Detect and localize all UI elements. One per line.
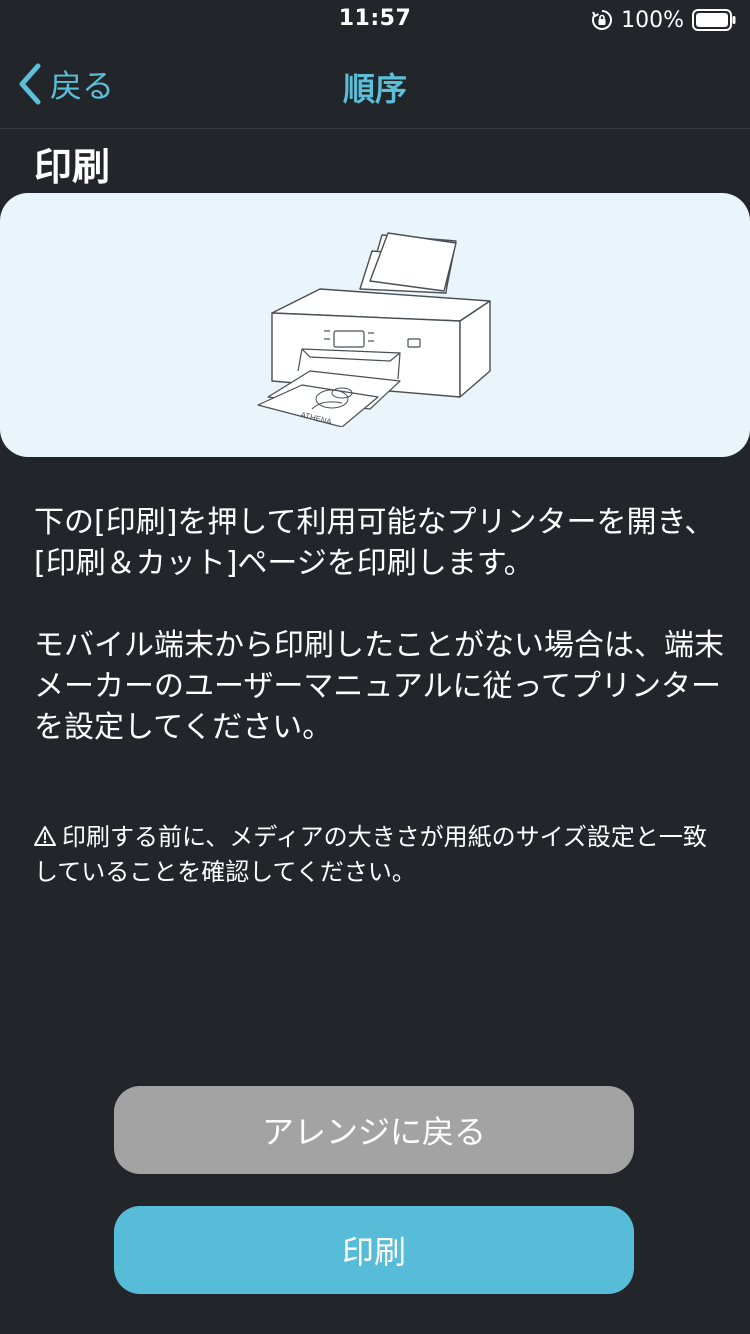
status-indicators: 100% xyxy=(591,7,736,33)
print-button-label: 印刷 xyxy=(341,1233,406,1271)
navigation-bar: 戻る 順序 xyxy=(0,40,750,129)
print-button[interactable]: 印刷 xyxy=(114,1206,634,1294)
instruction-paragraph-2: モバイル端末から印刷したことがない場合は、端末メーカーのユーザーマニュアルに従っ… xyxy=(34,628,724,745)
warning-note: 印刷する前に、メディアの大きさが用紙のサイズ設定と一致していることを確認してくだ… xyxy=(34,820,714,890)
printer-icon: ATHENA xyxy=(257,232,491,427)
back-to-arrange-label: アレンジに戻る xyxy=(261,1113,486,1151)
status-bar: 11:57 100% xyxy=(0,0,750,40)
warning-icon xyxy=(34,826,56,846)
illustration-card: ATHENA xyxy=(0,193,750,457)
nav-title: 順序 xyxy=(342,70,407,108)
instructions: 下の[印刷]を押して利用可能なプリンターを開き、[印刷＆カット]ページを印刷しま… xyxy=(34,502,724,748)
battery-icon xyxy=(692,9,736,31)
battery-percent: 100% xyxy=(621,7,684,33)
back-to-arrange-button[interactable]: アレンジに戻る xyxy=(114,1086,634,1174)
warning-text: 印刷する前に、メディアの大きさが用紙のサイズ設定と一致していることを確認してくだ… xyxy=(34,823,707,886)
instruction-paragraph-1: 下の[印刷]を押して利用可能なプリンターを開き、[印刷＆カット]ページを印刷しま… xyxy=(34,505,715,581)
section-title: 印刷 xyxy=(34,145,111,189)
orientation-lock-icon xyxy=(592,10,613,30)
